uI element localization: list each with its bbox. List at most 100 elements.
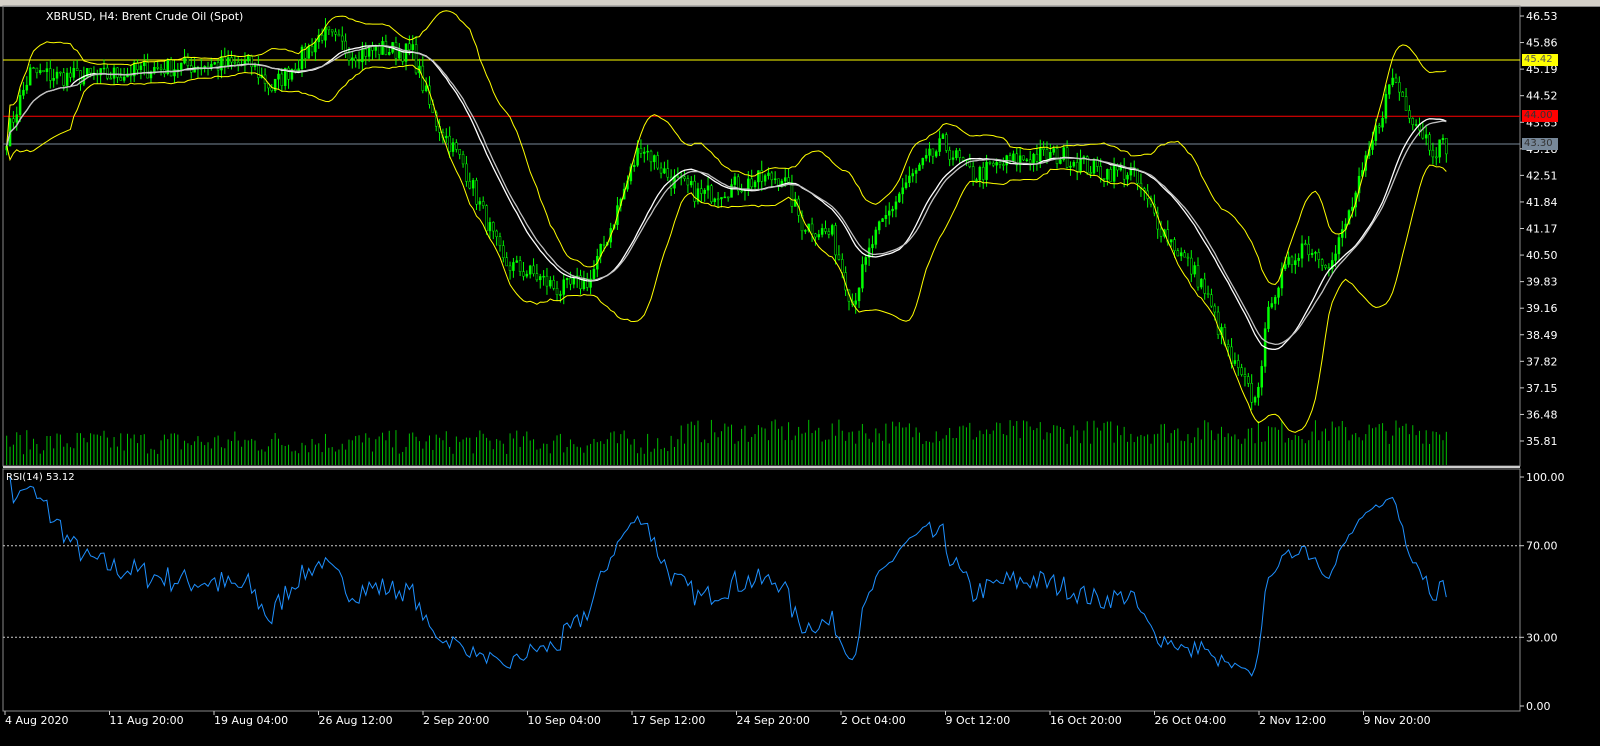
candle-body xyxy=(223,56,227,66)
candle-body xyxy=(1190,257,1193,275)
candle-body xyxy=(1035,153,1039,162)
candle-body xyxy=(1314,252,1317,254)
candle-body xyxy=(1371,140,1374,150)
candle-body xyxy=(723,196,727,199)
candle-body xyxy=(713,198,717,203)
candle-body xyxy=(602,243,606,246)
candle-body xyxy=(824,228,827,232)
candle-body xyxy=(310,46,314,53)
candle-body xyxy=(552,280,555,289)
candle-body xyxy=(270,87,274,91)
candle-body xyxy=(381,41,384,55)
candle-body xyxy=(542,275,545,278)
candle-body xyxy=(89,68,92,74)
chart-canvas[interactable]: 46.5345.8645.1944.5243.8543.1842.5141.84… xyxy=(0,0,1600,746)
candle-body xyxy=(1391,77,1394,86)
candle-body xyxy=(804,230,807,232)
candle-body xyxy=(646,150,649,153)
candle-body xyxy=(924,155,928,159)
candle-body xyxy=(1022,155,1025,161)
candle-body xyxy=(213,62,216,65)
candle-body xyxy=(1445,138,1448,155)
candle-body xyxy=(773,178,777,181)
candle-body xyxy=(683,176,686,179)
bollinger-upper xyxy=(6,10,1447,286)
candle-body xyxy=(888,210,891,216)
candle-body xyxy=(1025,159,1029,162)
candle-body xyxy=(398,51,401,59)
chart-window[interactable]: 46.5345.8645.1944.5243.8543.1842.5141.84… xyxy=(0,0,1600,746)
candle-body xyxy=(512,262,515,271)
candle-body xyxy=(1112,165,1116,182)
candle-body xyxy=(676,175,680,178)
candle-body xyxy=(1414,124,1418,126)
x-tick-label: 24 Sep 20:00 xyxy=(737,714,810,727)
candle-body xyxy=(1388,84,1391,95)
y-tick-label: 35.81 xyxy=(1526,435,1558,448)
candle-body xyxy=(891,208,894,212)
candle-body xyxy=(555,288,559,295)
candle-body xyxy=(992,162,995,166)
candle-body xyxy=(1404,96,1408,111)
candle-body xyxy=(532,265,535,274)
candle-body xyxy=(18,95,22,115)
candle-body xyxy=(1075,162,1079,172)
candle-body xyxy=(1324,264,1327,268)
candle-body xyxy=(871,244,874,249)
candle-body xyxy=(562,279,565,295)
candle-body xyxy=(38,70,42,73)
candle-body xyxy=(817,234,821,238)
candle-body xyxy=(505,257,508,267)
candle-body xyxy=(1159,228,1163,237)
candle-body xyxy=(1049,152,1052,160)
candle-body xyxy=(656,155,659,169)
candle-body xyxy=(1002,164,1005,166)
candle-body xyxy=(55,71,59,79)
candle-body xyxy=(921,157,925,166)
candle-body xyxy=(277,73,280,80)
candle-body xyxy=(690,180,693,186)
candle-body xyxy=(1059,159,1062,164)
candle-body xyxy=(545,275,549,287)
candle-body xyxy=(1176,250,1180,257)
candle-body xyxy=(411,44,414,50)
candle-body xyxy=(1200,278,1203,288)
candle-body xyxy=(535,273,539,281)
candle-body xyxy=(478,201,482,205)
candle-body xyxy=(159,67,163,70)
candle-body xyxy=(700,188,703,194)
candle-body xyxy=(777,178,780,186)
candle-body xyxy=(149,72,153,79)
candle-body xyxy=(247,55,250,62)
candle-body xyxy=(941,134,945,139)
y-tick-label: 41.84 xyxy=(1526,196,1558,209)
candle-body xyxy=(481,201,485,206)
candle-body xyxy=(216,62,220,71)
candle-body xyxy=(1384,93,1388,119)
bollinger-lower xyxy=(6,64,1447,433)
candle-body xyxy=(770,172,774,181)
candle-body xyxy=(307,46,310,59)
candle-body xyxy=(931,148,935,157)
candle-body xyxy=(1300,243,1304,259)
candle-body xyxy=(827,231,831,235)
candle-body xyxy=(1257,386,1260,398)
candle-body xyxy=(1334,253,1337,261)
candle-body xyxy=(72,68,76,78)
candle-body xyxy=(639,148,643,154)
candle-body xyxy=(834,225,837,256)
candle-body xyxy=(32,67,35,69)
candle-body xyxy=(320,34,324,41)
candle-body xyxy=(1233,360,1237,364)
candle-body xyxy=(1186,256,1190,259)
candle-body xyxy=(458,149,461,155)
candle-body xyxy=(733,176,737,185)
candle-body xyxy=(663,168,666,174)
candle-body xyxy=(636,148,639,166)
candle-body xyxy=(968,159,972,167)
candle-body xyxy=(1126,174,1129,180)
candle-body xyxy=(347,52,351,61)
candle-body xyxy=(864,257,868,265)
candle-body xyxy=(559,294,562,296)
candle-body xyxy=(236,61,240,65)
